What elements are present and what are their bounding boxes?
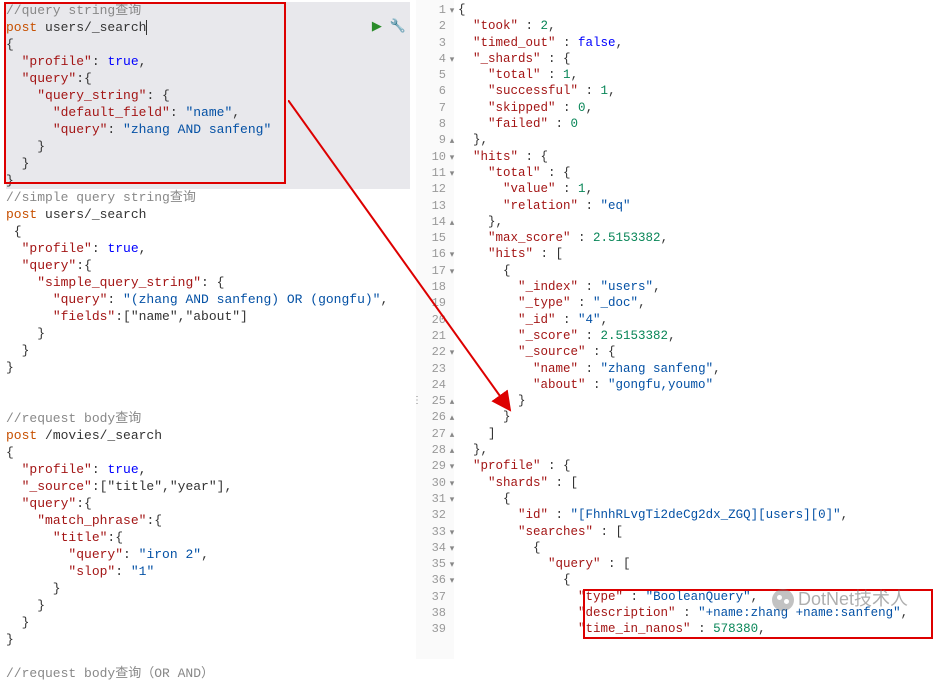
toolbar-icons: ▶ 🔧 (372, 18, 406, 35)
request-code[interactable]: //query string查询 post users/_search { "p… (6, 2, 410, 682)
line-gutter: 1▾234▾56789▴10▾11▾121314▴1516▾17▾1819202… (416, 0, 454, 659)
request-editor-pane[interactable]: ▶ 🔧 //query string查询 post users/_search … (0, 0, 416, 659)
play-icon[interactable]: ▶ (372, 18, 382, 35)
response-pane: 1▾234▾56789▴10▾11▾121314▴1516▾17▾1819202… (416, 0, 948, 659)
response-code[interactable]: { "took" : 2, "timed_out" : false, "_sha… (454, 0, 948, 659)
pane-divider-icon[interactable]: ⋮ (412, 400, 422, 404)
wrench-icon[interactable]: 🔧 (390, 18, 406, 35)
